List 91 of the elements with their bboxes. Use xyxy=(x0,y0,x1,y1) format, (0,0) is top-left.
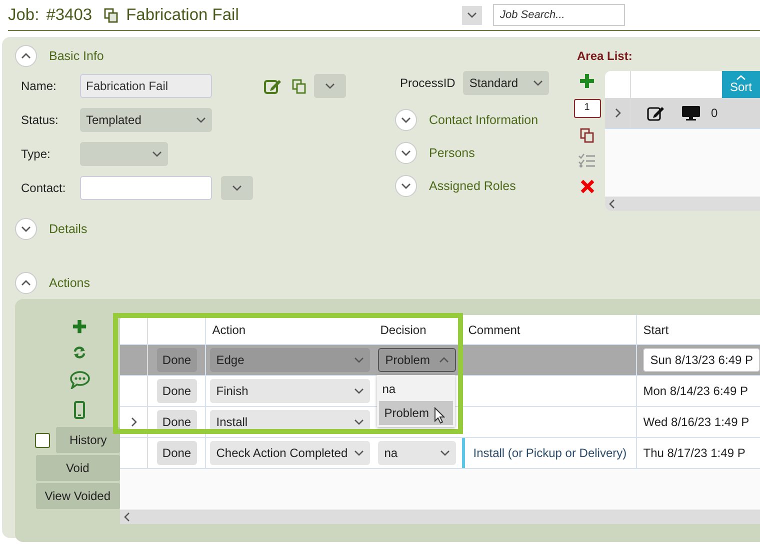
section-title: Assigned Roles xyxy=(429,178,516,192)
toolbar-button[interactable]: View Voided xyxy=(36,483,120,509)
section-title: Persons xyxy=(429,146,475,160)
select-field[interactable] xyxy=(80,142,168,166)
section-title: Basic Info xyxy=(49,49,104,63)
expand-button[interactable] xyxy=(395,142,417,164)
caret-icon xyxy=(440,450,450,456)
name-field[interactable]: Fabrication Fail xyxy=(80,74,212,98)
done-button[interactable]: Done xyxy=(156,441,197,465)
menu-option[interactable]: Problem xyxy=(379,401,454,425)
column-header[interactable]: Action xyxy=(206,322,374,336)
decision-select[interactable]: Problem xyxy=(378,348,456,372)
horizontal-scrollbar[interactable] xyxy=(605,196,760,211)
caret-icon xyxy=(533,80,544,86)
action-select[interactable]: Edge xyxy=(210,348,370,372)
caret-icon xyxy=(196,117,206,123)
checklist-icon[interactable] xyxy=(578,153,596,169)
field-label: Type: xyxy=(21,147,52,161)
caret-icon xyxy=(232,185,242,191)
caret-icon xyxy=(354,419,364,425)
horizontal-scrollbar[interactable] xyxy=(120,509,760,524)
collapse-button[interactable] xyxy=(15,272,37,294)
count-field[interactable]: 1 xyxy=(574,99,600,118)
select-field[interactable]: Standard xyxy=(463,71,550,95)
phone-icon[interactable] xyxy=(74,401,86,419)
history-checkbox[interactable] xyxy=(35,432,50,448)
job-name: Fabrication Fail xyxy=(126,6,239,24)
area-list-title: Area List: xyxy=(577,49,634,63)
caret-icon xyxy=(152,151,162,157)
caret-icon xyxy=(325,83,335,89)
column-header[interactable]: Comment xyxy=(462,315,638,344)
copy-icon[interactable] xyxy=(580,128,594,143)
action-select[interactable]: Finish xyxy=(210,379,370,403)
section-title: Actions xyxy=(49,276,90,290)
history-button[interactable]: History xyxy=(56,427,120,453)
table-cell: Wed 8/16/23 1:49 P xyxy=(643,415,750,429)
chevron-icon xyxy=(401,116,411,122)
contact-field[interactable] xyxy=(80,176,212,200)
expand-button[interactable] xyxy=(15,218,37,240)
done-button[interactable]: Done xyxy=(156,348,197,372)
start-field[interactable]: Sun 8/13/23 6:49 P xyxy=(643,348,760,372)
menu-option[interactable]: na xyxy=(377,377,456,401)
table-cell: Thu 8/17/23 1:49 P xyxy=(643,446,746,460)
cursor-icon xyxy=(434,407,446,424)
caret-icon xyxy=(354,450,364,456)
expand-button[interactable] xyxy=(395,174,417,196)
field-label: ProcessID xyxy=(400,76,456,90)
scroll-left-icon[interactable] xyxy=(124,512,130,522)
job-dropdown[interactable] xyxy=(462,6,482,24)
caret-icon xyxy=(439,357,450,363)
chevron-icon xyxy=(21,280,31,286)
field-label: Name: xyxy=(21,79,58,93)
chevron-icon xyxy=(21,53,31,59)
section-title: Details xyxy=(49,222,88,236)
section-title: Contact Information xyxy=(429,112,538,126)
edit-icon[interactable] xyxy=(647,105,665,121)
select-field[interactable]: Templated xyxy=(80,108,212,132)
scroll-left-icon[interactable] xyxy=(609,199,615,209)
expand-button[interactable] xyxy=(395,108,417,130)
refresh-icon[interactable] xyxy=(73,346,86,359)
chat-icon[interactable] xyxy=(70,371,90,389)
table-cell: Install (or Pickup or Delivery) xyxy=(473,446,627,460)
done-button[interactable]: Done xyxy=(156,379,197,403)
chevron-icon xyxy=(21,226,31,232)
caret-icon xyxy=(467,12,477,18)
chevron-icon xyxy=(401,182,411,188)
caret-icon xyxy=(354,357,364,363)
table-cell: Mon 8/14/23 6:49 P xyxy=(643,384,748,398)
chevron-icon xyxy=(401,150,411,156)
field-label: Status: xyxy=(21,113,60,127)
caret-icon xyxy=(354,388,364,394)
toolbar-button[interactable]: Void xyxy=(36,455,120,481)
copy-icon[interactable] xyxy=(104,8,118,22)
action-select[interactable]: Check Action Completed xyxy=(210,441,370,465)
job-label: Job: xyxy=(8,6,40,24)
add-icon[interactable] xyxy=(579,73,595,89)
field-label: Contact: xyxy=(21,181,67,195)
collapse-button[interactable] xyxy=(15,45,37,67)
decision-select[interactable]: na xyxy=(378,441,456,465)
delete-icon[interactable] xyxy=(580,179,594,194)
monitor-icon[interactable] xyxy=(681,105,701,121)
expand-icon[interactable] xyxy=(614,108,620,118)
expand-icon[interactable] xyxy=(130,417,137,427)
column-header[interactable]: Start xyxy=(637,322,760,336)
search-field[interactable]: Job Search... xyxy=(493,4,625,26)
add-icon[interactable] xyxy=(72,319,88,334)
sort-icon xyxy=(736,75,746,80)
column-header[interactable]: Decision xyxy=(374,322,462,336)
copy-icon[interactable] xyxy=(292,78,306,94)
table-cell: 0 xyxy=(711,106,718,120)
job-number: #3403 xyxy=(46,6,92,24)
